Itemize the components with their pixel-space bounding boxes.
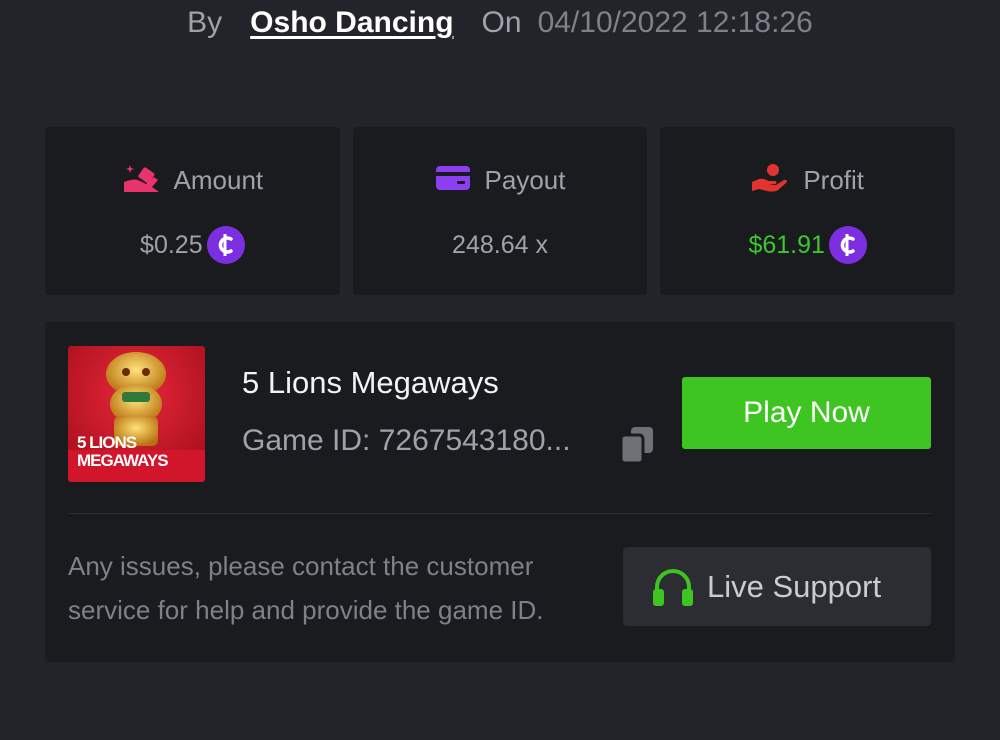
- help-text: Any issues, please contact the customer …: [68, 544, 608, 632]
- stat-profit-value: $61.91: [748, 230, 825, 259]
- stat-payout: Payout 248.64 x: [352, 127, 648, 295]
- divider: [68, 513, 932, 514]
- by-label: By: [187, 6, 223, 39]
- bet-header: By Osho Dancing On 04/10/2022 12:18:26: [0, 0, 1000, 46]
- thumbnail-title-line1: 5 LIONS: [77, 433, 137, 452]
- stat-payout-title: Payout: [435, 163, 566, 197]
- live-support-button[interactable]: Live Support: [623, 547, 931, 626]
- live-support-label: Live Support: [707, 568, 882, 604]
- copy-icon[interactable]: [617, 425, 657, 465]
- game-thumbnail[interactable]: 5 LIONS MEGAWAYS: [68, 346, 205, 482]
- game-name: 5 Lions Megaways: [242, 365, 499, 400]
- coin-icon: [828, 226, 867, 264]
- stat-profit: Profit $61.91: [660, 127, 956, 295]
- stat-payout-value-row: 248.64 x: [452, 225, 548, 265]
- stat-payout-value: 248.64 x: [452, 230, 548, 259]
- help-text-line1: Any issues, please contact the customer: [68, 551, 534, 581]
- stat-amount-label: Amount: [173, 164, 264, 195]
- bet-timestamp: 04/10/2022 12:18:26: [537, 6, 813, 39]
- game-id: Game ID: 7267543180...: [242, 424, 571, 457]
- stat-amount-title: Amount: [122, 163, 264, 198]
- hand-profit-icon: [751, 162, 789, 199]
- card-icon: [435, 164, 471, 197]
- username-link[interactable]: Osho Dancing: [250, 6, 453, 40]
- amount-icon: [122, 163, 160, 198]
- thumbnail-title-line2: MEGAWAYS: [77, 451, 169, 470]
- stat-amount-value-row: $0.25: [140, 225, 245, 265]
- help-text-line2: service for help and provide the game ID…: [68, 595, 544, 625]
- bet-stats: Amount $0.25 Payout 248.64 x Profit $61.…: [45, 127, 956, 295]
- game-card: 5 LIONS MEGAWAYS 5 Lions Megaways Game I…: [45, 322, 955, 662]
- headset-icon: [651, 567, 695, 607]
- stat-amount: Amount $0.25: [45, 127, 340, 295]
- stat-amount-value: $0.25: [140, 230, 203, 259]
- stat-profit-title: Profit: [751, 163, 864, 197]
- stat-payout-label: Payout: [484, 164, 566, 195]
- stat-profit-value-row: $61.91: [748, 225, 867, 265]
- on-label: On: [481, 6, 522, 39]
- stat-profit-label: Profit: [803, 164, 865, 195]
- thumbnail-title: 5 LIONS MEGAWAYS: [77, 433, 169, 470]
- coin-icon: [206, 226, 245, 264]
- play-now-button[interactable]: Play Now: [682, 377, 931, 449]
